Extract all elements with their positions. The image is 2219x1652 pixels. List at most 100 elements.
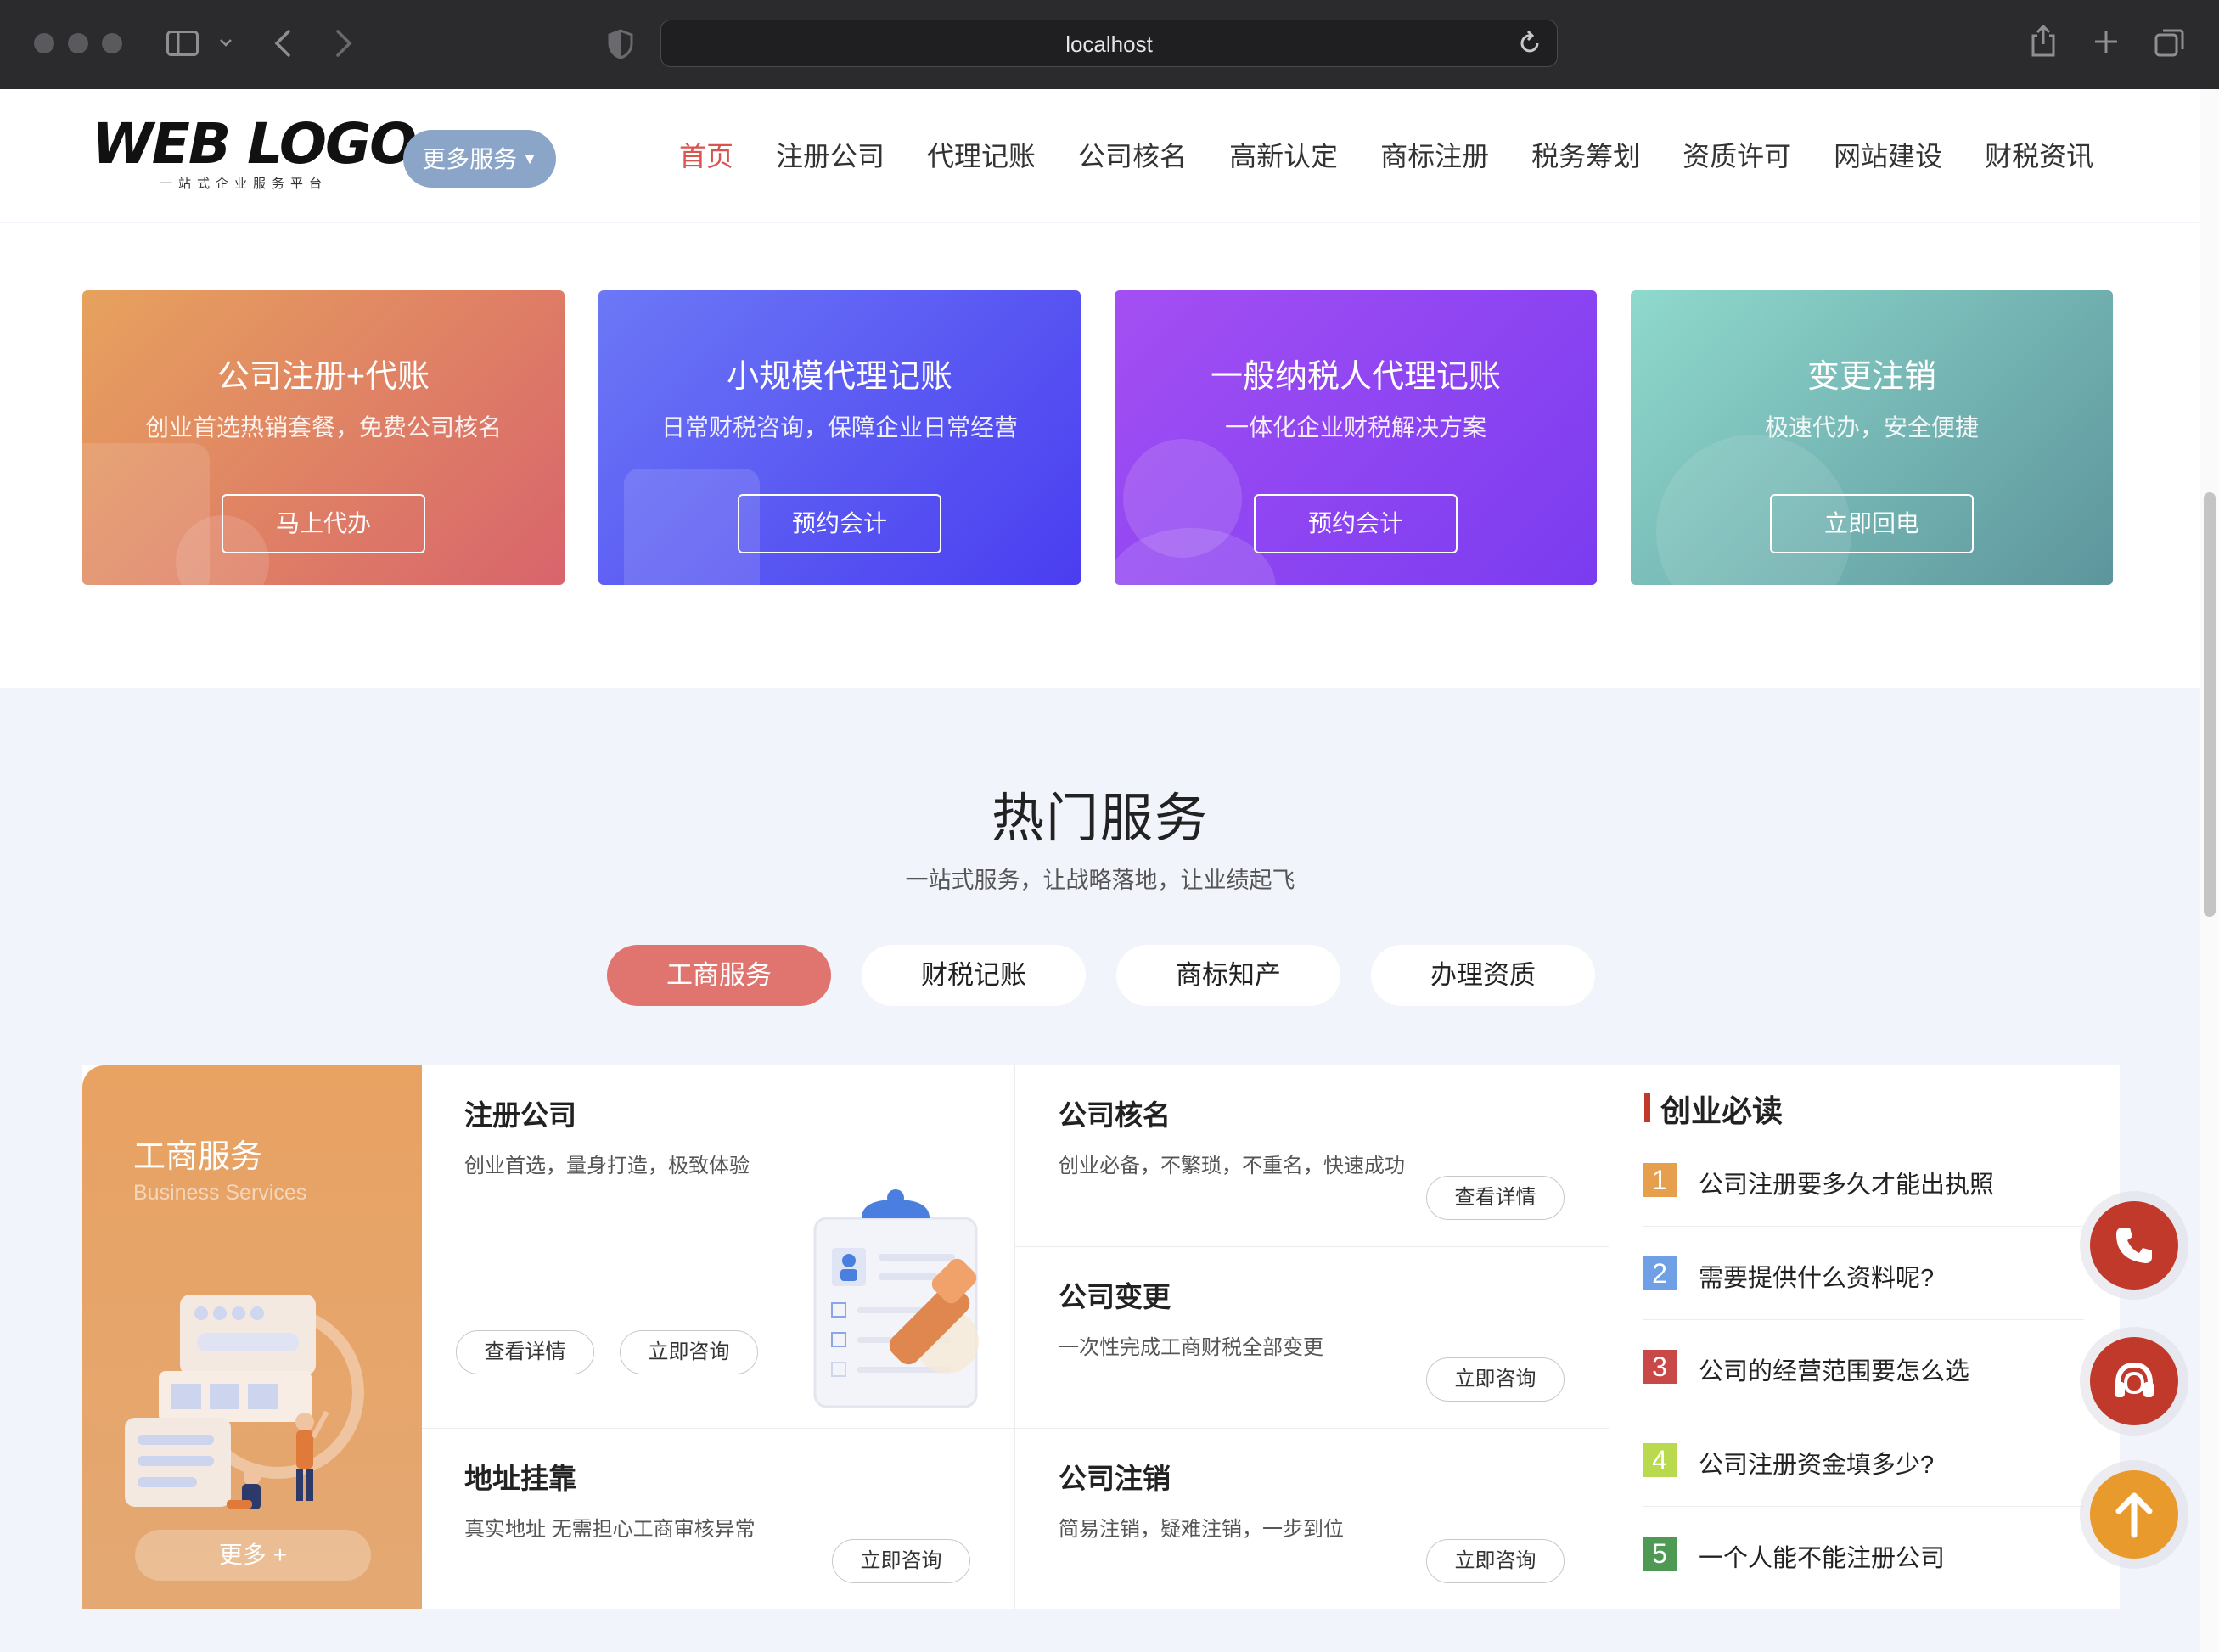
- promo-card-button[interactable]: 立即回电: [1770, 494, 1974, 553]
- back-to-top-button[interactable]: [2090, 1470, 2178, 1559]
- nav-item-news[interactable]: 财税资讯: [1985, 135, 2093, 174]
- promo-card-title: 变更注销: [1806, 359, 1936, 395]
- section-title: 热门服务: [991, 789, 1209, 848]
- logo-tagline: 一站式企业服务平台: [160, 177, 329, 191]
- back-icon[interactable]: [273, 29, 292, 58]
- faq-question[interactable]: 公司注册要多久才能出执照: [1699, 1165, 1994, 1200]
- promo-card-general-taxpayer[interactable]: 一般纳税人代理记账 一体化企业财税解决方案 预约会计: [1115, 290, 1597, 585]
- faq-item[interactable]: 4 公司注册资金填多少?: [1643, 1443, 2084, 1537]
- consult-button[interactable]: 立即咨询: [1426, 1357, 1565, 1402]
- logo-text: WEB LOGO: [92, 111, 417, 177]
- service-desc-address: 真实地址 无需担心工商审核异常: [464, 1518, 756, 1541]
- grid-divider: [1014, 1246, 1609, 1247]
- category-box: 工商服务 Business Services 更多 +: [82, 1065, 422, 1609]
- scrollbar-thumb[interactable]: [2204, 492, 2216, 917]
- service-title-change[interactable]: 公司变更: [1059, 1274, 1171, 1315]
- site-logo[interactable]: WEB LOGO 一站式企业服务平台: [92, 111, 417, 192]
- promo-card-button[interactable]: 预约会计: [1254, 494, 1458, 553]
- faq-question[interactable]: 公司的经营范围要怎么选: [1699, 1351, 1969, 1387]
- more-services-button[interactable]: 更多服务 ▼: [403, 130, 556, 188]
- promo-card-title: 一般纳税人代理记账: [1210, 359, 1501, 395]
- faq-number: 3: [1643, 1350, 1677, 1384]
- phone-icon: [2116, 1228, 2152, 1263]
- service-desc-cancel: 简易注销，疑难注销，一步到位: [1059, 1518, 1344, 1541]
- reload-icon[interactable]: [1520, 29, 1542, 54]
- zoom-window-dot[interactable]: [102, 33, 122, 53]
- url-text: localhost: [1065, 31, 1153, 57]
- tab-business-services[interactable]: 工商服务: [607, 945, 831, 1006]
- faq-item[interactable]: 5 一个人能不能注册公司: [1643, 1537, 2084, 1630]
- faq-question[interactable]: 需要提供什么资料呢?: [1699, 1258, 1934, 1294]
- faq-question[interactable]: 一个人能不能注册公司: [1699, 1538, 1945, 1574]
- close-window-dot[interactable]: [34, 33, 54, 53]
- nav-item-accounting[interactable]: 代理记账: [927, 135, 1036, 174]
- promo-card-subtitle: 创业首选热销套餐，免费公司核名: [144, 414, 502, 441]
- service-desc-name-check: 创业必备，不繁琐，不重名，快速成功: [1059, 1155, 1405, 1177]
- faq-item[interactable]: 1 公司注册要多久才能出执照: [1643, 1163, 2084, 1256]
- tab-trademark-ip[interactable]: 商标知产: [1116, 945, 1340, 1006]
- headset-icon: [2115, 1362, 2154, 1397]
- service-title-address[interactable]: 地址挂靠: [464, 1456, 576, 1497]
- category-title-en: Business Services: [133, 1181, 307, 1205]
- faq-item[interactable]: 3 公司的经营范围要怎么选: [1643, 1350, 2084, 1443]
- promo-card-button[interactable]: 预约会计: [738, 494, 941, 553]
- support-button[interactable]: [2090, 1337, 2178, 1425]
- view-details-button[interactable]: 查看详情: [1426, 1176, 1565, 1220]
- nav-item-home[interactable]: 首页: [679, 135, 733, 174]
- promo-card-change-cancel[interactable]: 变更注销 极速代办，安全便捷 立即回电: [1631, 290, 2113, 585]
- service-title-cancel[interactable]: 公司注销: [1059, 1456, 1171, 1497]
- faq-item[interactable]: 2 需要提供什么资料呢?: [1643, 1256, 2084, 1350]
- nav-item-trademark[interactable]: 商标注册: [1380, 135, 1489, 174]
- category-title: 工商服务: [133, 1139, 263, 1175]
- forward-icon[interactable]: [334, 29, 353, 58]
- tabs-icon[interactable]: [2154, 27, 2185, 58]
- faq-title-marker: [1644, 1093, 1650, 1122]
- nav-item-name-check[interactable]: 公司核名: [1078, 135, 1187, 174]
- promo-card-small-scale[interactable]: 小规模代理记账 日常财税咨询，保障企业日常经营 预约会计: [598, 290, 1081, 585]
- faq-title: 创业必读: [1660, 1093, 1784, 1128]
- phone-button[interactable]: [2090, 1201, 2178, 1290]
- tab-tax-accounting[interactable]: 财税记账: [862, 945, 1086, 1006]
- consult-button[interactable]: 立即咨询: [1426, 1539, 1565, 1583]
- faq-number: 1: [1643, 1163, 1677, 1197]
- grid-divider: [1014, 1065, 1015, 1609]
- sidebar-icon[interactable]: [166, 31, 199, 56]
- more-button[interactable]: 更多 +: [135, 1530, 371, 1581]
- view-details-button[interactable]: 查看详情: [456, 1330, 594, 1374]
- minimize-window-dot[interactable]: [68, 33, 88, 53]
- nav-item-website[interactable]: 网站建设: [1834, 135, 1942, 174]
- nav-item-high-tech[interactable]: 高新认定: [1229, 135, 1338, 174]
- faq-number: 2: [1643, 1256, 1677, 1290]
- plus-icon[interactable]: [2093, 29, 2119, 54]
- faq-number: 4: [1643, 1443, 1677, 1477]
- browser-toolbar: localhost: [0, 0, 2219, 89]
- service-desc-change: 一次性完成工商财税全部变更: [1059, 1336, 1323, 1359]
- grid-divider: [422, 1428, 1609, 1429]
- share-icon[interactable]: [2031, 24, 2056, 58]
- faq-divider: [1643, 1319, 2084, 1320]
- section-subtitle: 一站式服务，让战略落地，让业绩起飞: [905, 868, 1295, 893]
- promo-card-button[interactable]: 马上代办: [222, 494, 425, 553]
- service-title-name-check[interactable]: 公司核名: [1059, 1093, 1171, 1133]
- site-header: WEB LOGO 一站式企业服务平台 更多服务 ▼ 首页 注册公司 代理记账 公司…: [0, 89, 2200, 222]
- arrow-up-icon: [2115, 1492, 2153, 1538]
- chevron-down-icon[interactable]: [219, 37, 233, 48]
- promo-card-subtitle: 极速代办，安全便捷: [1764, 414, 1979, 441]
- address-bar[interactable]: localhost: [660, 20, 1558, 67]
- nav-item-tax-planning[interactable]: 税务筹划: [1531, 135, 1640, 174]
- faq-divider: [1643, 1226, 2084, 1227]
- main-nav: 首页 注册公司 代理记账 公司核名 高新认定 商标注册 税务筹划 资质许可 网站…: [679, 135, 2136, 174]
- clipboard-stamp-illustration: [813, 1189, 979, 1408]
- nav-item-register[interactable]: 注册公司: [776, 135, 885, 174]
- promo-card-register[interactable]: 公司注册+代账 创业首选热销套餐，免费公司核名 马上代办: [82, 290, 565, 585]
- faq-question[interactable]: 公司注册资金填多少?: [1699, 1445, 1934, 1481]
- page: WEB LOGO 一站式企业服务平台 更多服务 ▼ 首页 注册公司 代理记账 公司…: [0, 89, 2219, 1652]
- tab-qualification[interactable]: 办理资质: [1371, 945, 1595, 1006]
- office-illustration: [125, 1295, 364, 1509]
- caret-down-icon: ▼: [522, 150, 537, 167]
- service-title-register[interactable]: 注册公司: [464, 1093, 576, 1133]
- consult-button[interactable]: 立即咨询: [832, 1539, 970, 1583]
- faq-divider: [1643, 1506, 2084, 1507]
- consult-button[interactable]: 立即咨询: [620, 1330, 758, 1374]
- nav-item-qualification[interactable]: 资质许可: [1683, 135, 1791, 174]
